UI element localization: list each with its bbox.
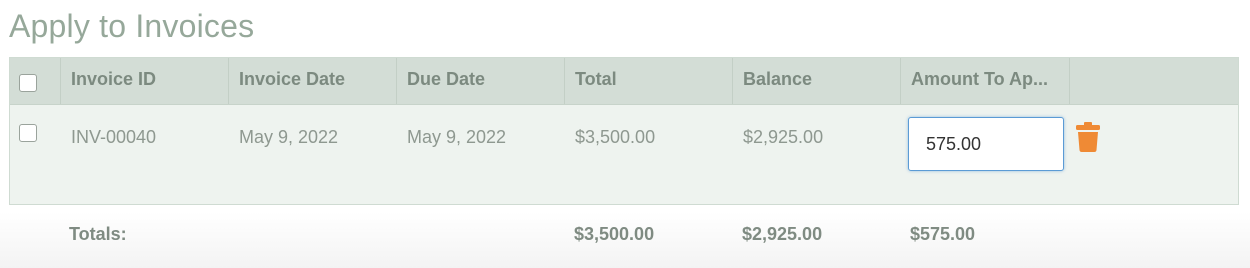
totals-balance: $2,925.00: [742, 224, 823, 244]
header-select-cell: [10, 58, 61, 104]
column-header-balance[interactable]: Balance: [733, 58, 901, 104]
column-header-total[interactable]: Total: [565, 58, 733, 104]
table-header: Invoice ID Invoice Date Due Date Total B…: [10, 58, 1238, 105]
column-header-amount-to-apply[interactable]: Amount To Ap...: [901, 58, 1070, 104]
cell-invoice-date: May 9, 2022: [239, 127, 339, 147]
row-select-cell: [10, 105, 61, 204]
select-all-checkbox[interactable]: [19, 74, 37, 92]
totals-amount-to-apply: $575.00: [910, 224, 976, 244]
trash-icon[interactable]: [1076, 122, 1100, 152]
cell-due-date: May 9, 2022: [407, 127, 507, 147]
column-header-due-date[interactable]: Due Date: [397, 58, 565, 104]
column-header-invoice-date[interactable]: Invoice Date: [229, 58, 397, 104]
column-header-actions: [1070, 58, 1238, 104]
row-select-checkbox[interactable]: [19, 124, 37, 142]
totals-label: Totals:: [69, 224, 127, 244]
column-header-invoice-id[interactable]: Invoice ID: [61, 58, 229, 104]
totals-total: $3,500.00: [574, 224, 655, 244]
apply-to-invoices-panel: Apply to Invoices Invoice ID Invoice Dat…: [0, 0, 1250, 268]
cell-total: $3,500.00: [575, 127, 656, 147]
amount-to-apply-input[interactable]: [908, 117, 1064, 171]
cell-balance: $2,925.00: [743, 127, 824, 147]
page-title: Apply to Invoices: [9, 8, 255, 44]
cell-invoice-id: INV-00040: [71, 127, 157, 147]
